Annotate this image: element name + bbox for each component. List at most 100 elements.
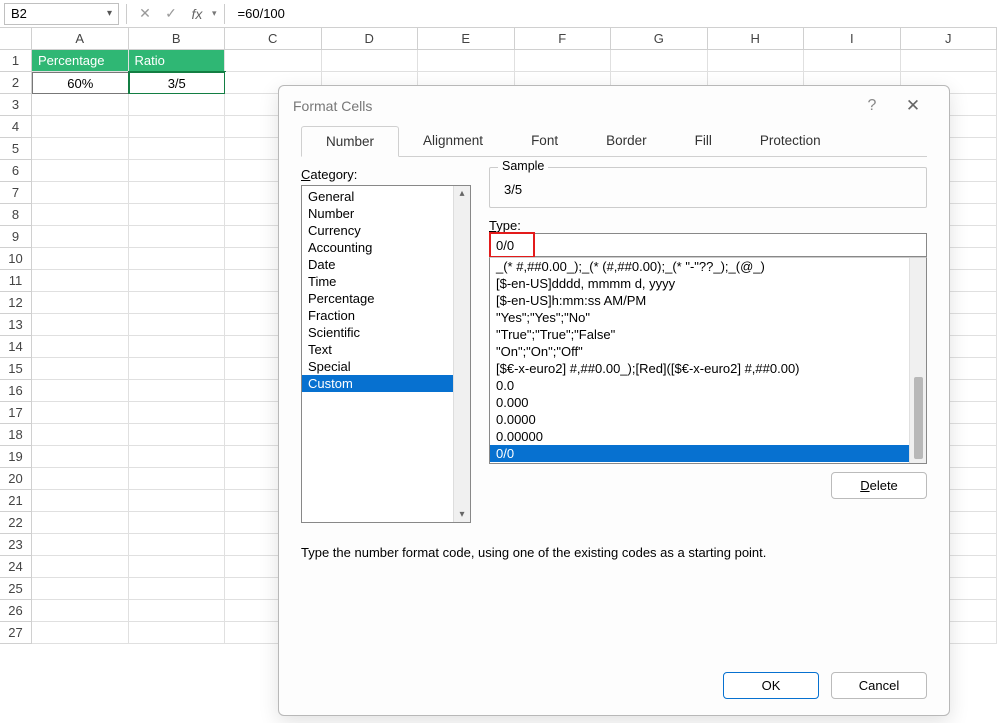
cell[interactable] — [129, 248, 226, 270]
cell[interactable] — [322, 50, 419, 72]
ok-button[interactable]: OK — [723, 672, 819, 699]
cell-A2[interactable]: 60% — [32, 72, 129, 94]
tab-alignment[interactable]: Alignment — [399, 126, 507, 156]
row-head[interactable]: 12 — [0, 292, 32, 314]
name-box[interactable]: B2 ▾ — [4, 3, 119, 25]
close-icon[interactable]: ✕ — [891, 87, 935, 125]
category-item[interactable]: General — [302, 188, 470, 205]
chevron-down-icon[interactable]: ▾ — [107, 8, 112, 19]
row-head[interactable]: 5 — [0, 138, 32, 160]
cell[interactable] — [32, 94, 129, 116]
cell[interactable] — [32, 314, 129, 336]
row-head[interactable]: 20 — [0, 468, 32, 490]
category-item[interactable]: Special — [302, 358, 470, 375]
cell[interactable] — [129, 556, 226, 578]
category-item[interactable]: Custom — [302, 375, 470, 392]
category-item[interactable]: Number — [302, 205, 470, 222]
cell[interactable] — [32, 556, 129, 578]
tab-fill[interactable]: Fill — [671, 126, 736, 156]
cancel-formula-icon[interactable]: ✕ — [134, 3, 156, 25]
col-head[interactable]: D — [322, 28, 419, 50]
category-item[interactable]: Date — [302, 256, 470, 273]
col-head[interactable]: J — [901, 28, 997, 50]
category-item[interactable]: Time — [302, 273, 470, 290]
category-item[interactable]: Fraction — [302, 307, 470, 324]
cell[interactable] — [129, 116, 226, 138]
cell[interactable] — [129, 270, 226, 292]
row-head[interactable]: 25 — [0, 578, 32, 600]
cell[interactable] — [32, 292, 129, 314]
cell[interactable] — [129, 468, 226, 490]
cell[interactable] — [129, 314, 226, 336]
accept-formula-icon[interactable]: ✓ — [160, 3, 182, 25]
scroll-up-icon[interactable]: ▴ — [459, 188, 464, 199]
cancel-button[interactable]: Cancel — [831, 672, 927, 699]
format-item[interactable]: "On";"On";"Off" — [490, 343, 926, 360]
row-head[interactable]: 17 — [0, 402, 32, 424]
row-head[interactable]: 9 — [0, 226, 32, 248]
tab-border[interactable]: Border — [582, 126, 671, 156]
format-item[interactable]: "True";"True";"False" — [490, 326, 926, 343]
cell-A1[interactable]: Percentage — [32, 50, 129, 72]
category-item[interactable]: Currency — [302, 222, 470, 239]
select-all-corner[interactable] — [0, 28, 32, 50]
scrollbar-thumb[interactable] — [914, 377, 923, 459]
cell[interactable] — [32, 116, 129, 138]
format-item[interactable]: 0.000 — [490, 394, 926, 411]
row-head[interactable]: 8 — [0, 204, 32, 226]
category-item[interactable]: Percentage — [302, 290, 470, 307]
scrollbar[interactable] — [909, 258, 926, 463]
col-head[interactable]: I — [804, 28, 901, 50]
cell[interactable] — [418, 50, 515, 72]
cell[interactable] — [129, 424, 226, 446]
cell[interactable] — [901, 50, 997, 72]
cell[interactable] — [129, 446, 226, 468]
row-head[interactable]: 13 — [0, 314, 32, 336]
cell[interactable] — [129, 292, 226, 314]
cell-B1[interactable]: Ratio — [129, 50, 226, 72]
col-head[interactable]: F — [515, 28, 612, 50]
format-item[interactable]: _(* #,##0.00_);_(* (#,##0.00);_(* "-"??_… — [490, 258, 926, 275]
cell[interactable] — [32, 270, 129, 292]
fx-icon[interactable]: fx — [186, 3, 208, 25]
category-item[interactable]: Scientific — [302, 324, 470, 341]
cell[interactable] — [32, 402, 129, 424]
col-head[interactable]: A — [32, 28, 129, 50]
cell[interactable] — [32, 578, 129, 600]
col-head[interactable]: G — [611, 28, 708, 50]
row-head[interactable]: 24 — [0, 556, 32, 578]
col-head[interactable]: H — [708, 28, 805, 50]
cell[interactable] — [225, 50, 322, 72]
row-head[interactable]: 26 — [0, 600, 32, 622]
help-icon[interactable]: ? — [853, 87, 891, 125]
cell[interactable] — [32, 490, 129, 512]
cell[interactable] — [32, 160, 129, 182]
tab-protection[interactable]: Protection — [736, 126, 845, 156]
delete-button[interactable]: Delete — [831, 472, 927, 499]
cell-B2[interactable]: 3/5 — [129, 72, 226, 94]
row-head[interactable]: 11 — [0, 270, 32, 292]
row-head[interactable]: 27 — [0, 622, 32, 644]
tab-number[interactable]: Number — [301, 126, 399, 157]
cell[interactable] — [804, 50, 901, 72]
format-item[interactable]: "Yes";"Yes";"No" — [490, 309, 926, 326]
type-input[interactable] — [489, 233, 927, 257]
cell[interactable] — [32, 512, 129, 534]
row-head[interactable]: 14 — [0, 336, 32, 358]
format-item[interactable]: 0/0 — [490, 445, 926, 462]
cell[interactable] — [129, 600, 226, 622]
row-head[interactable]: 18 — [0, 424, 32, 446]
cell[interactable] — [32, 468, 129, 490]
row-head[interactable]: 19 — [0, 446, 32, 468]
cell[interactable] — [32, 424, 129, 446]
cell[interactable] — [129, 182, 226, 204]
col-head[interactable]: E — [418, 28, 515, 50]
cell[interactable] — [129, 160, 226, 182]
cell[interactable] — [129, 534, 226, 556]
cell[interactable] — [129, 336, 226, 358]
format-item[interactable]: [$€-x-euro2] #,##0.00_);[Red]([$€-x-euro… — [490, 360, 926, 377]
cell[interactable] — [32, 380, 129, 402]
cell[interactable] — [32, 226, 129, 248]
cell[interactable] — [129, 622, 226, 644]
tab-font[interactable]: Font — [507, 126, 582, 156]
